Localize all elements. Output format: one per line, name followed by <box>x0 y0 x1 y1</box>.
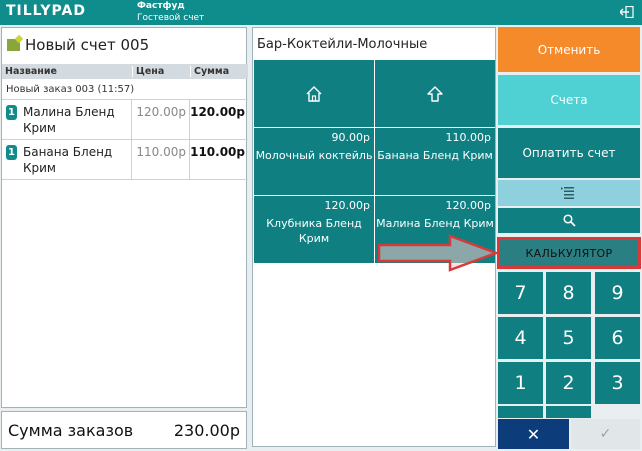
bill-icon <box>7 39 20 51</box>
bills-button[interactable]: Счета <box>498 75 640 125</box>
key-3[interactable]: 3 <box>595 362 640 404</box>
tile-price: 120.00р <box>445 199 491 212</box>
order-table: Название Цена Сумма Новый заказ 003 (11:… <box>2 64 248 180</box>
tile-name: Малина Бленд Крим <box>376 217 494 230</box>
key-6[interactable]: 6 <box>595 317 640 359</box>
order-panel: Новый счет 005 Название Цена Сумма Новый… <box>1 27 248 408</box>
top-bar: TILLYPAD Фастфуд Гостевой счет <box>0 0 642 25</box>
column-name: Название <box>5 66 57 77</box>
tile-name: Молочный коктейль <box>255 149 373 162</box>
up-icon <box>427 85 443 102</box>
tillypad-logo: TILLYPAD <box>6 3 86 19</box>
table-row[interactable]: 1 Малина Бленд Крим 120.00р 120.00р <box>2 100 248 140</box>
item-price: 110.00р <box>132 140 190 179</box>
home-icon <box>306 85 322 102</box>
exit-icon[interactable] <box>620 6 634 18</box>
tile-name: Клубника Бленд Крим <box>266 217 362 245</box>
home-button[interactable] <box>254 60 374 127</box>
key-1[interactable]: 1 <box>498 362 543 404</box>
cancel-button[interactable]: Отменить <box>498 27 640 72</box>
total-label: Сумма заказов <box>8 420 134 440</box>
menu-tile-milkshake[interactable]: 90.00р Молочный коктейль <box>254 128 374 195</box>
key-2[interactable]: 2 <box>546 362 591 404</box>
key-5[interactable]: 5 <box>546 317 591 359</box>
pos-screen: TILLYPAD Фастфуд Гостевой счет Новый сче… <box>0 0 642 451</box>
list-icon <box>561 187 574 199</box>
annotation-arrow-icon <box>378 234 500 272</box>
screen-title: Фастфуд <box>137 1 185 11</box>
item-name: Банана Бленд Крим <box>23 145 113 175</box>
item-sum: 110.00р <box>190 145 245 159</box>
order-title: Новый счет 005 <box>7 36 149 54</box>
tile-name: Банана Бленд Крим <box>377 149 493 162</box>
item-name: Малина Бленд Крим <box>23 105 115 135</box>
order-table-header: Название Цена Сумма <box>2 64 248 79</box>
quantity-badge: 1 <box>6 145 17 160</box>
item-price: 120.00р <box>132 100 190 139</box>
menu-category-title: Бар-Коктейли-Молочные <box>257 37 428 52</box>
total-value: 230.00р <box>173 420 240 440</box>
list-button[interactable] <box>498 180 640 206</box>
order-total: Сумма заказов 230.00р <box>1 411 247 449</box>
item-sum: 120.00р <box>190 105 245 119</box>
order-group-header[interactable]: Новый заказ 003 (11:57) <box>2 79 248 100</box>
key-9[interactable]: 9 <box>595 272 640 314</box>
calculator-button[interactable]: КАЛЬКУЛЯТОР <box>497 237 641 269</box>
search-icon <box>562 214 576 227</box>
screen-subtitle: Гостевой счет <box>137 13 205 23</box>
tile-price: 110.00р <box>445 131 491 144</box>
pay-bill-button[interactable]: Оплатить счет <box>498 128 640 178</box>
item-name-cell: 1 Банана Бленд Крим <box>2 140 132 179</box>
column-price: Цена <box>132 66 190 77</box>
search-button[interactable] <box>498 208 640 233</box>
confirm-button[interactable]: ✓ <box>571 419 640 449</box>
key-8[interactable]: 8 <box>546 272 591 314</box>
order-title-text: Новый счет 005 <box>25 36 150 54</box>
tile-price: 120.00р <box>324 199 370 212</box>
keypad-next-row[interactable] <box>546 406 591 418</box>
tile-price: 90.00р <box>331 131 370 144</box>
column-sum: Сумма <box>190 66 248 77</box>
item-name-cell: 1 Малина Бленд Крим <box>2 100 132 139</box>
close-button[interactable]: ✕ <box>498 419 569 449</box>
up-level-button[interactable] <box>375 60 495 127</box>
quantity-badge: 1 <box>6 105 17 120</box>
table-row[interactable]: 1 Банана Бленд Крим 110.00р 110.00р <box>2 140 248 180</box>
key-4[interactable]: 4 <box>498 317 543 359</box>
keypad-next-row[interactable] <box>498 406 543 418</box>
menu-tile-strawberry-blend[interactable]: 120.00р Клубника Бленд Крим <box>254 196 374 263</box>
key-7[interactable]: 7 <box>498 272 543 314</box>
menu-tile-banana-blend[interactable]: 110.00р Банана Бленд Крим <box>375 128 495 195</box>
